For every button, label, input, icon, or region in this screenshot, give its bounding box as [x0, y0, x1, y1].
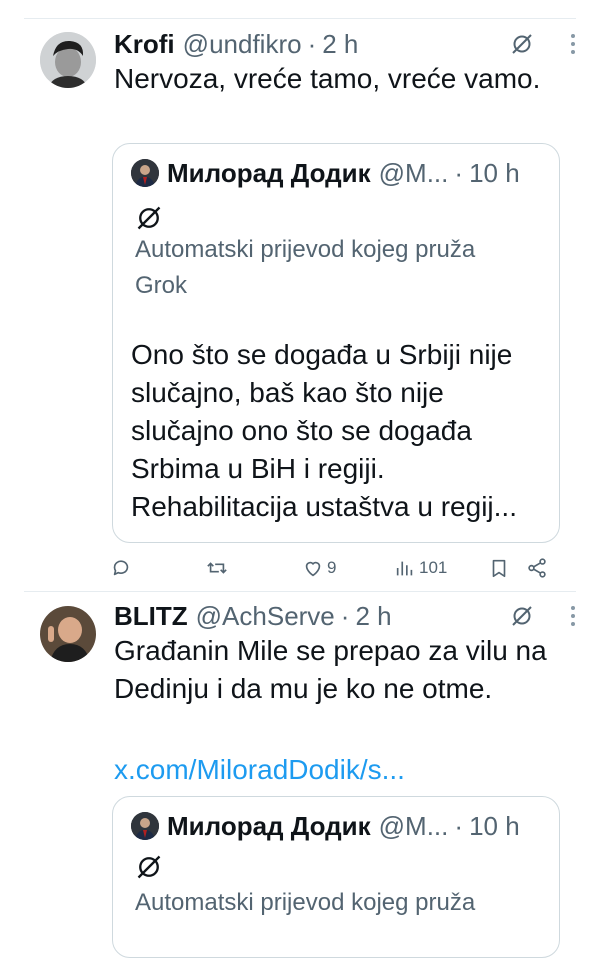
action-bar: 9 101	[108, 553, 558, 583]
quoted-tweet[interactable]: Милорад Додик @M... · 10 h Automatski pr…	[112, 143, 560, 543]
quote-time: 10 h	[469, 810, 520, 841]
separator-dot: ·	[454, 810, 464, 841]
tweet-time[interactable]: 2 h	[355, 601, 391, 632]
quote-author-handle: @M...	[378, 810, 449, 841]
author-handle[interactable]: @undfikro	[183, 29, 302, 60]
avatar[interactable]	[40, 606, 96, 662]
retweet-button[interactable]	[206, 553, 228, 583]
views-button[interactable]: 101	[394, 553, 447, 583]
tweet-krofi[interactable]: Krofi @undfikro · 2 h Nervoza, vreće tam…	[0, 0, 600, 590]
reply-icon	[113, 560, 129, 576]
quote-header: Милорад Додик @M... · 10 h	[131, 158, 541, 188]
more-icon[interactable]	[570, 34, 576, 54]
tweet-link[interactable]: x.com/MiloradDodik/s...	[114, 754, 405, 786]
like-button[interactable]: 9	[302, 553, 336, 583]
views-count: 101	[419, 558, 448, 577]
grok-icon[interactable]	[510, 604, 534, 628]
author-name[interactable]: BLITZ	[114, 601, 188, 632]
quote-header: Милорад Додик @M... · 10 h	[131, 811, 541, 841]
translation-note[interactable]: Automatski prijevod kojeg pruža Grok	[135, 232, 519, 304]
retweet-icon	[207, 562, 227, 574]
separator-dot: ·	[340, 600, 350, 631]
grok-icon[interactable]	[510, 32, 534, 56]
tweet-header: BLITZ @AchServe · 2 h	[114, 600, 576, 632]
grok-icon	[137, 206, 161, 230]
avatar	[131, 812, 159, 840]
avatar	[131, 159, 159, 187]
like-count: 9	[327, 558, 337, 577]
like-icon	[305, 561, 321, 577]
tweet-header: Krofi @undfikro · 2 h	[114, 28, 576, 60]
quote-author-name: Милорад Додик	[167, 810, 371, 841]
separator-dot: ·	[454, 157, 464, 188]
quote-author-name: Милорад Додик	[167, 157, 371, 188]
views-icon	[396, 561, 413, 576]
share-icon	[528, 558, 546, 578]
more-icon[interactable]	[570, 606, 576, 626]
tweet-text: Građanin Mile se prepao za vilu na Dedin…	[114, 635, 547, 704]
share-button[interactable]	[526, 553, 548, 583]
translation-note[interactable]: Automatski prijevod kojeg pruža	[135, 885, 519, 921]
author-name[interactable]: Krofi	[114, 29, 175, 60]
quote-text: Ono što se događa u Srbiji nije slučajno…	[131, 339, 517, 522]
grok-icon	[137, 855, 161, 879]
quote-time: 10 h	[469, 157, 520, 188]
reply-button[interactable]	[110, 553, 132, 583]
avatar[interactable]	[40, 32, 96, 88]
bookmark-button[interactable]	[488, 553, 510, 583]
tweet-time[interactable]: 2 h	[322, 29, 358, 60]
tweet-text: Nervoza, vreće tamo, vreće vamo.	[114, 63, 541, 94]
tweet-blitz[interactable]: BLITZ @AchServe · 2 h Građanin Mile se p…	[0, 592, 600, 958]
quoted-tweet[interactable]: Милорад Додик @M... · 10 h Automatski pr…	[112, 796, 560, 958]
bookmark-icon	[492, 559, 506, 578]
separator-dot: ·	[307, 28, 317, 59]
author-handle[interactable]: @AchServe	[196, 601, 335, 632]
quote-author-handle: @M...	[378, 157, 449, 188]
